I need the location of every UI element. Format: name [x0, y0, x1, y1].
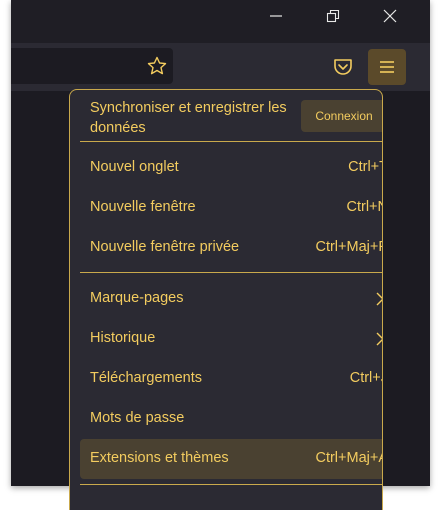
menu-item-mots-de-passe[interactable]: Mots de passe [80, 399, 382, 439]
menu-item-shortcut: Ctrl+J [349, 370, 382, 386]
app-menu-panel: Synchroniser et enregistrer les données … [69, 89, 383, 510]
divider [80, 484, 382, 485]
chevron-right-icon [376, 292, 382, 306]
menu-item-label: Extensions et thèmes [90, 450, 229, 466]
menu-item-label: Historique [90, 330, 156, 346]
menu-item-shortcut: Ctrl+Maj+P [315, 239, 383, 255]
menu-item-marque-pages[interactable]: Marque-pages [80, 279, 382, 319]
menu-item-label: Téléchargements [90, 370, 203, 386]
divider [80, 272, 382, 273]
url-bar[interactable] [11, 48, 173, 84]
open-menu-button[interactable] [368, 49, 406, 85]
pocket-icon [334, 59, 352, 75]
menu-item-label: Marque-pages [90, 290, 184, 306]
menu-item-nouvel-onglet[interactable]: Nouvel onglet Ctrl+T [80, 148, 382, 188]
hamburger-menu-icon [380, 61, 394, 73]
menu-item-shortcut: Ctrl+Maj+A [315, 450, 383, 466]
chevron-right-icon [376, 332, 382, 346]
restore-icon [326, 9, 340, 23]
close-button[interactable] [375, 5, 405, 27]
menu-item-nouvelle-fenetre[interactable]: Nouvelle fenêtre Ctrl+N [80, 188, 383, 228]
menu-item-label: Nouvelle fenêtre privée [90, 239, 240, 255]
minimize-button[interactable] [261, 5, 291, 27]
menu-item-extensions-et-themes[interactable]: Extensions et thèmes Ctrl+Maj+A [80, 439, 383, 479]
connexion-button[interactable]: Connexion [301, 100, 382, 132]
close-icon [383, 9, 397, 23]
pocket-button[interactable] [331, 55, 355, 79]
menu-item-label: Mots de passe [90, 410, 185, 426]
menu-item-shortcut: Ctrl+N [346, 199, 383, 215]
title-bar [11, 0, 430, 43]
sync-title: Synchroniser et enregistrer les données [90, 100, 287, 136]
star-icon [147, 56, 167, 75]
menu-item-historique[interactable]: Historique [80, 319, 382, 359]
menu-item-nouvelle-fenetre-privee[interactable]: Nouvelle fenêtre privée Ctrl+Maj+P [80, 228, 383, 268]
menu-item-telechargements[interactable]: Téléchargements Ctrl+J [80, 359, 382, 399]
bookmark-star-button[interactable] [147, 56, 167, 76]
minimize-icon [270, 15, 282, 17]
restore-button[interactable] [318, 5, 348, 27]
divider [80, 141, 382, 142]
navigation-toolbar [11, 43, 430, 91]
menu-item-shortcut: Ctrl+T [348, 159, 382, 175]
menu-item-label: Nouvelle fenêtre [90, 199, 196, 215]
menu-item-label: Nouvel onglet [90, 159, 179, 175]
